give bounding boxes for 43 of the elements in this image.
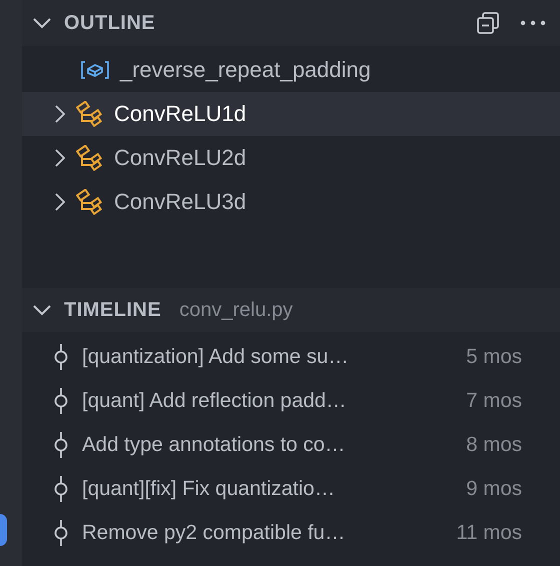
class-icon [76, 101, 104, 127]
commit-time: 8 mos [466, 433, 522, 457]
chevron-down-icon[interactable] [32, 17, 52, 29]
commit-message: Remove py2 compatible fu… [82, 521, 346, 545]
chevron-right-icon[interactable] [54, 148, 66, 168]
commit-icon [54, 388, 68, 414]
commit-icon [54, 520, 68, 546]
commit-message: [quant] Add reflection padd… [82, 389, 348, 413]
commit-time: 9 mos [466, 477, 522, 501]
timeline-item[interactable]: Add type annotations to co… 8 mos [22, 423, 560, 467]
timeline-item[interactable]: Remove py2 compatible fu… 11 mos [22, 511, 560, 555]
commit-time: 7 mos [466, 389, 522, 413]
chevron-right-icon[interactable] [54, 192, 66, 212]
timeline-item[interactable]: [quantization] Add some su… 5 mos [22, 335, 560, 379]
outline-item[interactable]: _reverse_repeat_padding [22, 48, 560, 92]
commit-message: [quantization] Add some su… [82, 345, 350, 369]
symbol-name: _reverse_repeat_padding [120, 57, 371, 83]
chevron-right-icon[interactable] [54, 104, 66, 124]
outline-item[interactable]: ConvReLU3d [22, 180, 560, 224]
account-badge [0, 514, 7, 546]
commit-message: Add type annotations to co… [82, 433, 346, 457]
commit-message: [quant][fix] Fix quantizatio… [82, 477, 336, 501]
symbol-name: ConvReLU3d [114, 189, 246, 215]
commit-time: 5 mos [466, 345, 522, 369]
file-name: conv_relu.py [179, 298, 293, 322]
outline-item[interactable]: ConvReLU1d [22, 92, 560, 136]
section-title[interactable]: TIMELINE [64, 298, 162, 322]
commit-time: 11 mos [456, 521, 522, 545]
variable-icon [80, 60, 110, 80]
commit-icon [54, 476, 68, 502]
symbol-name: ConvReLU1d [114, 101, 246, 127]
commit-icon [54, 344, 68, 370]
collapse-all-icon[interactable] [476, 11, 500, 35]
timeline-item[interactable]: [quant] Add reflection padd… 7 mos [22, 379, 560, 423]
more-icon[interactable] [520, 20, 546, 26]
section-title[interactable]: OUTLINE [64, 12, 156, 34]
chevron-down-icon[interactable] [32, 304, 52, 316]
timeline-item[interactable]: [quant][fix] Fix quantizatio… 9 mos [22, 467, 560, 511]
commit-icon [54, 432, 68, 458]
class-icon [76, 145, 104, 171]
class-icon [76, 189, 104, 215]
outline-item[interactable]: ConvReLU2d [22, 136, 560, 180]
symbol-name: ConvReLU2d [114, 145, 246, 171]
